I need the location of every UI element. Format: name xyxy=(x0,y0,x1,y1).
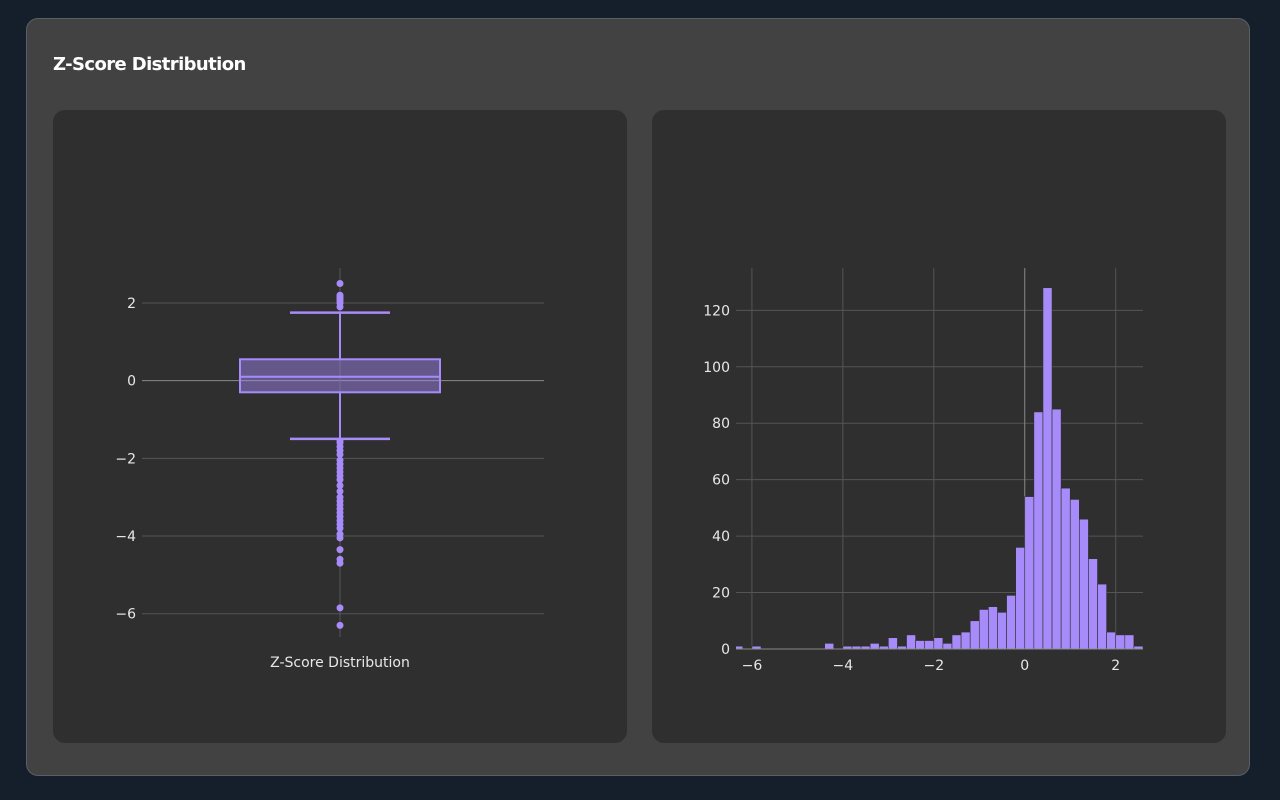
histogram-bar xyxy=(933,637,944,649)
y-tick-label: 2 xyxy=(127,296,136,312)
histogram-bar xyxy=(1097,583,1107,649)
y-tick-label: 120 xyxy=(703,303,730,319)
histogram-bar xyxy=(869,643,880,649)
y-tick-label: −2 xyxy=(115,451,136,467)
y-tick-label: 80 xyxy=(712,416,730,432)
histogram-bar xyxy=(1115,634,1126,649)
histogram-bar xyxy=(906,634,916,649)
y-tick-label: −4 xyxy=(115,529,136,545)
y-tick-label: 20 xyxy=(712,586,730,602)
histogram-bar xyxy=(824,643,835,649)
x-tick-label: −4 xyxy=(833,658,854,674)
histogram-bar xyxy=(988,606,998,649)
histogram-bar xyxy=(1152,643,1161,649)
histogram-bar xyxy=(1060,487,1071,649)
outlier-point xyxy=(336,621,344,629)
histogram-bar xyxy=(888,637,898,649)
box-plot-card: 2 0 −2 −4 −6 Z-Score Distribution xyxy=(53,110,627,743)
x-tick-label: −6 xyxy=(742,658,763,674)
y-tick-label: 60 xyxy=(712,473,730,489)
outlier-point xyxy=(336,534,344,542)
histogram-bar xyxy=(942,643,953,649)
histogram-bar xyxy=(960,631,971,649)
x-tick-label: 0 xyxy=(1020,658,1029,674)
histogram-bar xyxy=(1106,631,1117,649)
histogram-bar xyxy=(1069,499,1080,649)
y-tick-label: 0 xyxy=(721,642,730,658)
histogram-bars xyxy=(736,287,1161,649)
histogram-bar xyxy=(969,620,980,649)
outlier-point xyxy=(336,604,344,612)
histogram-bar xyxy=(1042,287,1053,649)
outlier-point xyxy=(336,559,344,567)
y-tick-label: 100 xyxy=(703,360,730,376)
histogram-bar xyxy=(1079,518,1089,649)
histogram-bar xyxy=(915,640,926,649)
histogram-bar xyxy=(1124,634,1135,649)
histogram-bar xyxy=(1006,595,1016,649)
histogram-bar xyxy=(1088,558,1098,649)
panel-title: Z-Score Distribution xyxy=(53,54,246,75)
x-tick-label: Z-Score Distribution xyxy=(270,655,410,671)
histogram-bar xyxy=(1015,547,1026,649)
histogram-bar xyxy=(924,640,935,649)
histogram-bar xyxy=(1051,408,1062,649)
x-tick-label: −2 xyxy=(923,658,944,674)
x-tick-label: 2 xyxy=(1111,658,1120,674)
y-tick-label: −6 xyxy=(115,607,136,623)
outlier-point xyxy=(336,280,344,288)
histogram-bar xyxy=(1024,496,1035,649)
histogram-bar xyxy=(978,609,989,649)
chart-panel: Z-Score Distribution 2 0 −2 −4 −6 Z-Score Dis… xyxy=(26,18,1250,776)
box-plot: 2 0 −2 −4 −6 Z-Score Distribution xyxy=(115,268,544,671)
histogram-bar xyxy=(1033,411,1044,649)
y-tick-label: 0 xyxy=(127,374,136,390)
histogram-card: 0 20 40 60 80 100 120 −6 −4 −2 0 2 xyxy=(652,110,1226,743)
histogram: 0 20 40 60 80 100 120 −6 −4 −2 0 2 xyxy=(703,268,1161,674)
histogram-bar xyxy=(997,612,1007,649)
outlier-point xyxy=(336,546,344,554)
y-tick-label: 40 xyxy=(712,529,730,545)
outlier-point xyxy=(336,303,344,311)
histogram-bar xyxy=(951,634,962,649)
